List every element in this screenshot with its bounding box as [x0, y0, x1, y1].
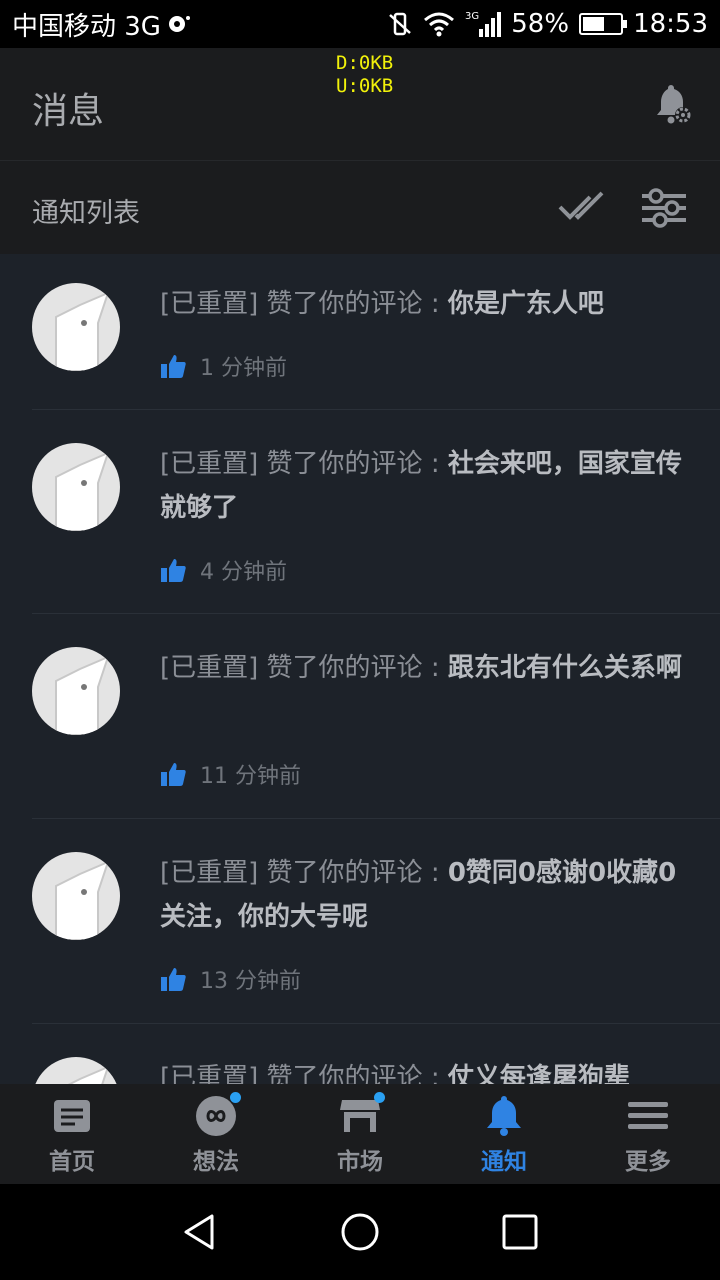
notification-item[interactable]: [已重置] 赞了你的评论 : 跟东北有什么关系啊 11 分钟前: [32, 614, 720, 819]
notification-text: [已重置] 赞了你的评论 : 社会来吧，国家宣传就够了: [160, 442, 690, 530]
notification-item[interactable]: [已重置] 赞了你的评论 : 社会来吧，国家宣传就够了 4 分钟前: [32, 410, 720, 614]
default-avatar-icon: [55, 291, 110, 371]
system-nav-bar: [0, 1184, 720, 1280]
avatar[interactable]: [32, 283, 120, 371]
net-speed: D:0KB U:0KB: [336, 52, 393, 98]
notification-meta: 11 分钟前: [160, 758, 301, 790]
menu-icon: [628, 1102, 668, 1129]
avatar[interactable]: [32, 443, 120, 531]
notification-item[interactable]: [已重置] 赞了你的评论 : 仗义每逢屠狗辈: [32, 1024, 720, 1084]
timestamp: 13 分钟前: [200, 969, 301, 994]
default-avatar-icon: [55, 655, 110, 735]
thumbs-up-icon: [161, 355, 186, 378]
tab-notify[interactable]: 通知: [432, 1084, 576, 1184]
timestamp: 11 分钟前: [200, 764, 301, 789]
tab-home[interactable]: 首页: [0, 1084, 144, 1184]
tab-home-label: 首页: [49, 1149, 95, 1175]
svg-text:3G: 3G: [465, 11, 479, 22]
notification-text: [已重置] 赞了你的评论 : 0赞同0感谢0收藏0关注，你的大号呢: [160, 851, 690, 939]
status-right: 3G 58% 18:53: [387, 9, 708, 39]
notification-prefix: [已重置] 赞了你的评论 :: [160, 858, 448, 888]
notification-prefix: [已重置] 赞了你的评论 :: [160, 1063, 448, 1084]
carrier-group: 中国移动 3G: [12, 6, 191, 43]
thumbs-up-icon: [161, 968, 186, 991]
notification-text: [已重置] 赞了你的评论 : 仗义每逢屠狗辈: [160, 1056, 690, 1084]
net-up: U:0KB: [336, 75, 394, 97]
avatar[interactable]: [32, 1057, 120, 1084]
home-icon: [54, 1100, 90, 1132]
clock: 18:53: [633, 9, 708, 39]
notification-prefix: [已重置] 赞了你的评论 :: [160, 653, 448, 683]
home-circle-icon[interactable]: [340, 1212, 380, 1252]
default-avatar-icon: [55, 451, 110, 531]
tab-market-label: 市场: [337, 1149, 383, 1175]
notification-text: [已重置] 赞了你的评论 : 你是广东人吧: [160, 282, 690, 326]
comment-content: 跟东北有什么关系啊: [447, 653, 682, 683]
notification-meta: 4 分钟前: [160, 554, 287, 586]
status-bar: 中国移动 3G 3G 58% 18:53: [0, 0, 720, 48]
app-header: D:0KB U:0KB 消息: [0, 48, 720, 160]
tab-notify-label: 通知: [481, 1149, 527, 1175]
avatar[interactable]: [32, 852, 120, 940]
thumbs-up-icon: [161, 559, 186, 582]
net-down: D:0KB: [336, 52, 394, 74]
vibrate-icon: [389, 12, 412, 36]
bottom-nav: 首页 想法 市场 通知 更多: [0, 1084, 720, 1184]
battery-percent: 58%: [511, 9, 570, 39]
notification-prefix: [已重置] 赞了你的评论 :: [160, 289, 448, 319]
back-icon[interactable]: [180, 1212, 220, 1252]
timestamp: 1 分钟前: [200, 356, 287, 381]
filter-icon[interactable]: [640, 187, 688, 229]
tab-more[interactable]: 更多: [576, 1084, 720, 1184]
notification-meta: 1 分钟前: [160, 350, 287, 382]
notification-list[interactable]: [已重置] 赞了你的评论 : 你是广东人吧 1 分钟前 [已重置] 赞了你的评论…: [0, 254, 720, 1084]
notification-text: [已重置] 赞了你的评论 : 跟东北有什么关系啊: [160, 646, 690, 690]
notification-meta: 13 分钟前: [160, 963, 301, 995]
notification-settings-icon[interactable]: [650, 82, 694, 126]
page-title: 消息: [32, 91, 105, 132]
notification-item[interactable]: [已重置] 赞了你的评论 : 你是广东人吧 1 分钟前: [32, 254, 720, 410]
default-avatar-icon: [55, 860, 110, 940]
battery-icon: [579, 13, 628, 35]
market-badge-dot: [374, 1092, 385, 1103]
comment-content: 仗义每逢屠狗辈: [447, 1063, 630, 1084]
comment-content: 你是广东人吧: [447, 289, 604, 319]
tab-ideas[interactable]: 想法: [144, 1084, 288, 1184]
notification-item[interactable]: [已重置] 赞了你的评论 : 0赞同0感谢0收藏0关注，你的大号呢 13 分钟前: [32, 819, 720, 1024]
ideas-badge-dot: [230, 1092, 241, 1103]
thumbs-up-icon: [161, 763, 186, 786]
timestamp: 4 分钟前: [200, 560, 287, 585]
tab-ideas-label: 想法: [193, 1149, 239, 1175]
notification-list-title: 通知列表: [32, 198, 140, 229]
mark-all-read-icon[interactable]: [556, 187, 608, 227]
avatar[interactable]: [32, 647, 120, 735]
tab-market[interactable]: 市场: [288, 1084, 432, 1184]
tab-more-label: 更多: [625, 1149, 671, 1175]
carrier-text: 中国移动 3G: [12, 11, 161, 42]
bell-icon: [487, 1096, 521, 1136]
sync-icon: [168, 16, 190, 32]
recent-apps-icon[interactable]: [500, 1212, 540, 1252]
sub-header: 通知列表: [0, 160, 720, 254]
notification-prefix: [已重置] 赞了你的评论 :: [160, 449, 448, 479]
wifi-icon: [424, 12, 455, 37]
default-avatar-icon: [67, 1065, 110, 1084]
signal-icon: 3G: [465, 11, 502, 37]
